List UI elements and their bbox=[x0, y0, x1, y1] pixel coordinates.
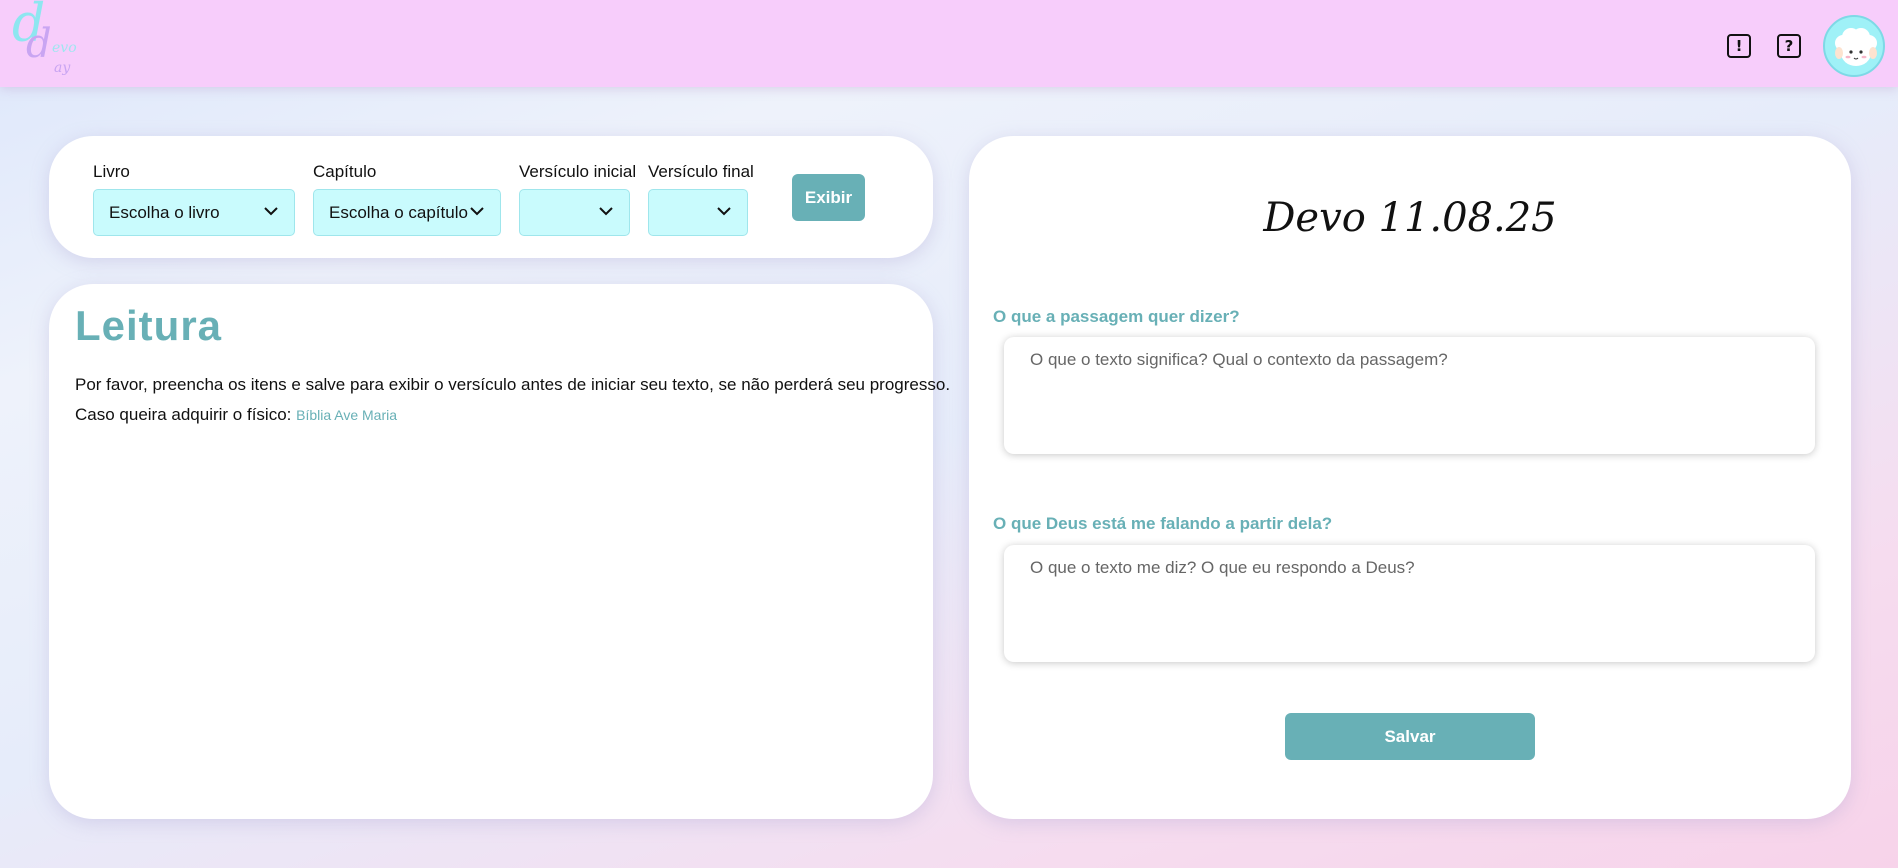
verse-end-select[interactable] bbox=[648, 189, 748, 236]
book-label: Livro bbox=[93, 162, 130, 181]
purchase-line: Caso queira adquirir o físico: Bíblia Av… bbox=[75, 400, 950, 430]
god-speaking-placeholder: O que o texto me diz? O que eu respondo … bbox=[1030, 558, 1415, 577]
purchase-text: Caso queira adquirir o físico: bbox=[75, 405, 292, 424]
instruction-text: Por favor, preencha os itens e salve par… bbox=[75, 375, 951, 394]
alert-icon[interactable]: ! bbox=[1727, 34, 1751, 58]
chapter-select-value: Escolha o capítulo bbox=[329, 203, 468, 222]
god-speaking-textarea[interactable]: O que o texto me diz? O que eu respondo … bbox=[1004, 545, 1815, 662]
top-bar: d evo d ay ! ? bbox=[0, 0, 1898, 87]
reading-title: Leitura bbox=[75, 302, 223, 349]
verse-end-label: Versículo final bbox=[648, 162, 754, 181]
help-icon[interactable]: ? bbox=[1777, 34, 1801, 58]
question-2-label: O que Deus está me falando a partir dela… bbox=[993, 514, 1333, 533]
chevron-down-icon bbox=[264, 207, 278, 216]
verse-start-label: Versículo inicial bbox=[519, 162, 637, 181]
meaning-placeholder: O que o texto significa? Qual o contexto… bbox=[1030, 350, 1448, 369]
bible-purchase-link[interactable]: Bíblia Ave Maria bbox=[296, 407, 397, 423]
reading-instructions: Por favor, preencha os itens e salve par… bbox=[75, 370, 950, 430]
reading-card bbox=[49, 284, 933, 819]
book-select[interactable]: Escolha o livro bbox=[93, 189, 295, 236]
chevron-down-icon bbox=[717, 207, 731, 216]
chapter-select[interactable]: Escolha o capítulo bbox=[313, 189, 501, 236]
save-button[interactable]: Salvar bbox=[1285, 713, 1535, 760]
question-1-label: O que a passagem quer dizer? bbox=[993, 307, 1240, 326]
chevron-down-icon bbox=[470, 207, 484, 216]
show-button[interactable]: Exibir bbox=[792, 174, 865, 221]
meaning-textarea[interactable]: O que o texto significa? Qual o contexto… bbox=[1004, 337, 1815, 454]
logo-letter-d-second: d bbox=[26, 21, 52, 67]
verse-start-select[interactable] bbox=[519, 189, 630, 236]
logo-word-evo: evo bbox=[52, 40, 77, 56]
book-select-value: Escolha o livro bbox=[109, 203, 220, 222]
devotional-title: Devo 11.08.25 bbox=[1263, 195, 1557, 241]
logo-word-ay: ay bbox=[54, 60, 71, 76]
chapter-label: Capítulo bbox=[313, 162, 377, 181]
chevron-down-icon bbox=[599, 207, 613, 216]
app-logo[interactable]: d evo d ay bbox=[12, 0, 78, 80]
sheep-avatar-icon[interactable] bbox=[1823, 15, 1885, 77]
